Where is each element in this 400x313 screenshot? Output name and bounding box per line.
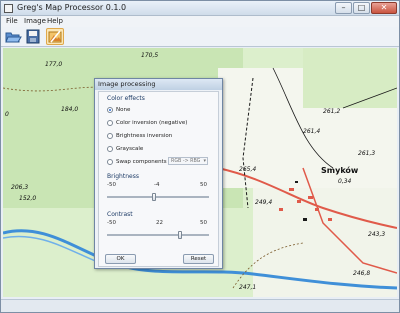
close-button[interactable]: ✕ [371, 2, 397, 14]
contrast-min: -50 [107, 220, 116, 226]
map-label: 152,0 [19, 195, 37, 202]
menu-bar: File Image Help [1, 16, 399, 27]
image-processing-icon [48, 30, 62, 43]
save-button[interactable] [24, 28, 42, 45]
brightness-value: -4 [154, 182, 160, 188]
color-effects-label: Color effects [107, 95, 145, 102]
map-label: 0 [5, 111, 9, 118]
menu-file[interactable]: File [6, 17, 18, 25]
window-title: Greg's Map Processor 0.1.0 [17, 3, 127, 12]
map-label: 261,3 [358, 150, 376, 157]
radio-label: Swap components [116, 158, 167, 165]
map-label: 249,4 [255, 199, 273, 206]
menu-image[interactable]: Image [24, 17, 46, 25]
map-label: 265,4 [239, 166, 257, 173]
status-bar [1, 299, 399, 312]
radio-color-inversion[interactable]: Color inversion (negative) [107, 118, 187, 127]
map-label: 261,2 [323, 108, 341, 115]
menu-help[interactable]: Help [47, 17, 63, 25]
map-label: 184,0 [61, 106, 79, 113]
brightness-slider-thumb[interactable] [151, 193, 156, 201]
radio-swap-components[interactable]: Swap components [107, 157, 167, 166]
radio-grayscale[interactable]: Grayscale [107, 144, 143, 153]
reset-button[interactable]: Reset [183, 254, 214, 264]
radio-dot[interactable] [107, 106, 113, 113]
map-label: 0,34 [338, 178, 352, 185]
radio-label: Brightness inversion [116, 132, 173, 139]
swap-components-select[interactable]: RGB -> RBG ▾ [168, 157, 208, 165]
open-button[interactable] [4, 28, 22, 45]
brightness-max: 50 [200, 182, 207, 188]
ok-button[interactable]: OK [105, 254, 136, 264]
contrast-slider-track[interactable] [107, 234, 209, 236]
map-label: 247,1 [239, 284, 257, 291]
save-icon [26, 29, 40, 44]
radio-none[interactable]: None [107, 105, 130, 114]
swap-components-value: RGB -> RBG [171, 159, 201, 164]
image-processing-dialog: Image processing Color effects None Colo… [94, 78, 223, 269]
radio-brightness-inversion[interactable]: Brightness inversion [107, 131, 172, 140]
map-label: 206,3 [11, 184, 29, 191]
contrast-max: 50 [200, 220, 207, 226]
radio-label: Color inversion (negative) [116, 119, 188, 126]
map-label: 261,4 [303, 128, 321, 135]
map-label: 177,0 [45, 61, 63, 68]
brightness-slider-track[interactable] [107, 196, 209, 198]
toolbar [1, 27, 399, 47]
radio-dot[interactable] [107, 145, 113, 152]
brightness-min: -50 [107, 182, 116, 188]
chevron-down-icon: ▾ [203, 158, 206, 164]
radio-dot[interactable] [107, 132, 113, 139]
title-bar[interactable]: Greg's Map Processor 0.1.0 – □ ✕ [1, 1, 399, 16]
contrast-slider-thumb[interactable] [178, 231, 183, 239]
contrast-value: 22 [156, 220, 163, 226]
radio-label: Grayscale [116, 145, 144, 152]
maximize-button[interactable]: □ [353, 2, 370, 14]
minimize-button[interactable]: – [335, 2, 352, 14]
map-label: 170,5 [141, 52, 159, 59]
dialog-body: Color effects None Color inversion (nega… [98, 91, 219, 267]
map-label: 243,3 [368, 231, 386, 238]
brightness-label: Brightness [107, 173, 139, 180]
image-processing-button[interactable] [46, 28, 64, 45]
contrast-label: Contrast [107, 211, 133, 218]
map-label: 246,8 [353, 270, 371, 277]
app-icon [4, 4, 13, 13]
open-icon [5, 32, 22, 43]
map-label-town: Smyków [321, 166, 359, 175]
radio-label: None [116, 106, 131, 113]
radio-dot[interactable] [107, 119, 113, 126]
dialog-title[interactable]: Image processing [95, 79, 222, 90]
radio-dot[interactable] [107, 158, 113, 165]
